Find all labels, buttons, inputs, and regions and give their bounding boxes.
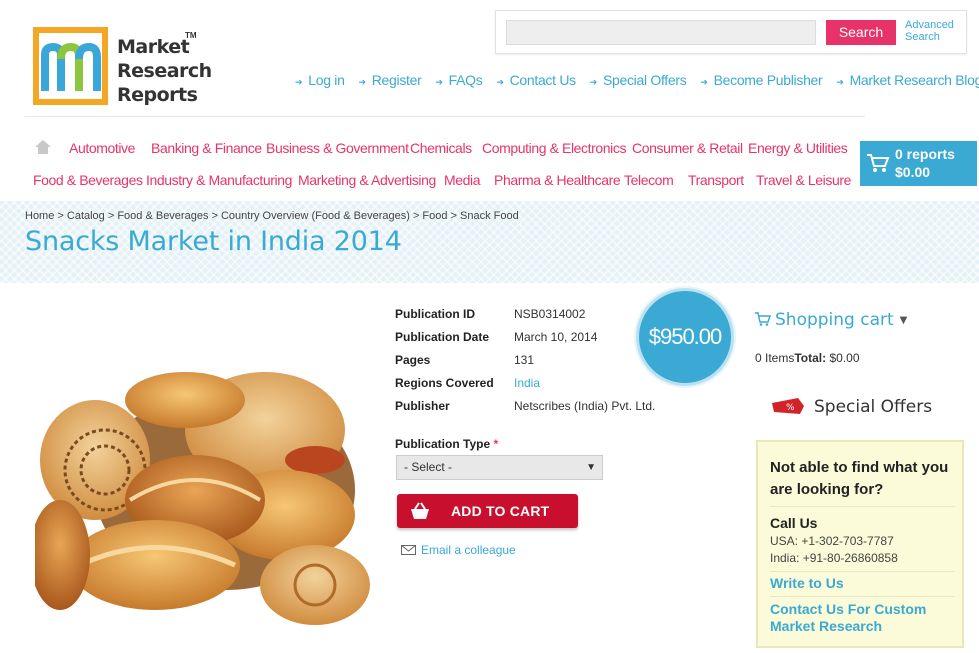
top-link-faqs[interactable]: ➔ FAQs <box>435 72 482 88</box>
chevron-down-icon: ▼ <box>899 315 908 326</box>
arrow-right-icon: ➔ <box>358 77 367 87</box>
top-link-become-publisher[interactable]: ➔ Become Publisher <box>700 72 822 88</box>
sale-tag-icon: % <box>772 398 804 414</box>
top-link-blog[interactable]: ➔ Market Research Blog <box>836 72 979 88</box>
nav-item-marketing-advertising[interactable]: Marketing & Advertising <box>298 172 436 188</box>
help-divider <box>770 506 955 507</box>
svg-text:%: % <box>786 403 795 413</box>
nav-item-industry-manufacturing[interactable]: Industry & Manufacturing <box>146 172 292 188</box>
nav-item-pharma-healthcare[interactable]: Pharma & Healthcare <box>494 172 621 188</box>
top-link-special-offers[interactable]: ➔ Special Offers <box>590 72 687 88</box>
envelope-icon <box>401 545 416 555</box>
cart-icon <box>755 312 771 326</box>
arrow-right-icon: ➔ <box>435 77 443 87</box>
nav-item-telecom[interactable]: Telecom <box>624 172 674 188</box>
nav-item-banking-finance[interactable]: Banking & Finance <box>151 140 262 156</box>
region-link-india[interactable]: India <box>514 376 540 390</box>
site-logo[interactable]: Market Research Reports TM <box>33 27 213 107</box>
nav-item-chemicals[interactable]: Chemicals <box>410 140 472 156</box>
advanced-search-link[interactable]: Advanced Search <box>905 19 965 43</box>
nav-item-automotive[interactable]: Automotive <box>69 140 135 156</box>
header-divider <box>25 116 865 117</box>
phone-india: India: +91-80-26860858 <box>770 551 898 565</box>
logo-wordmark: Market Research Reports <box>117 36 212 106</box>
header-cart-button[interactable]: 0 reports $0.00 <box>860 141 977 186</box>
nav-item-consumer-retail[interactable]: Consumer & Retail <box>632 140 743 156</box>
page-title: Snacks Market in India 2014 <box>25 226 402 257</box>
cart-summary: 0 ItemsTotal: $0.00 <box>755 351 860 365</box>
help-box: Not able to find what you are looking fo… <box>756 440 964 648</box>
product-image <box>35 372 370 625</box>
nav-item-energy-utilities[interactable]: Energy & Utilities <box>748 140 848 156</box>
nav-item-computing-electronics[interactable]: Computing & Electronics <box>482 140 626 156</box>
breadcrumb[interactable]: Home > Catalog > Food & Beverages > Coun… <box>25 210 519 222</box>
dropdown-caret-icon: ▼ <box>586 462 596 473</box>
nav-item-media[interactable]: Media <box>444 172 481 188</box>
help-question: Not able to find what you are looking fo… <box>770 459 949 498</box>
phone-usa: USA: +1-302-703-7787 <box>770 534 894 548</box>
home-icon[interactable] <box>34 139 52 155</box>
shopping-cart-heading[interactable]: Shopping cart ▼ <box>755 310 907 330</box>
arrow-right-icon: ➔ <box>836 77 844 87</box>
top-link-login[interactable]: ➔ Log in <box>295 72 345 88</box>
price-badge: $950.00 <box>636 288 734 386</box>
publication-type-label: Publication Type * <box>395 437 499 451</box>
special-offers-link[interactable]: % Special Offers <box>770 397 932 417</box>
arrow-right-icon: ➔ <box>295 77 303 87</box>
top-link-contact-us[interactable]: ➔ Contact Us <box>496 72 576 88</box>
nav-item-transport[interactable]: Transport <box>688 172 744 188</box>
top-links: ➔ Log in ➔ Register ➔ FAQs ➔ Contact Us ➔ Spe… <box>295 72 979 88</box>
logo-m-icon <box>41 42 101 91</box>
nav-item-food-beverages[interactable]: Food & Beverages <box>33 172 143 188</box>
nav-item-business-government[interactable]: Business & Government <box>266 140 409 156</box>
nav-item-travel-leisure[interactable]: Travel & Leisure <box>756 172 851 188</box>
write-to-us-link[interactable]: Write to Us <box>770 575 960 592</box>
logo-trademark: TM <box>185 31 197 40</box>
contact-custom-research-link[interactable]: Contact Us For Custom Market Research <box>770 601 960 635</box>
basket-icon <box>411 502 429 519</box>
help-divider <box>770 571 955 572</box>
search-button[interactable]: Search <box>826 20 896 45</box>
logo-mark <box>33 27 108 105</box>
search-bar: Search Advanced Search <box>495 10 967 54</box>
cart-icon <box>867 154 890 172</box>
arrow-right-icon: ➔ <box>496 77 504 87</box>
top-link-register[interactable]: ➔ Register <box>359 72 422 88</box>
publication-type-select[interactable]: - Select - ▼ <box>396 455 603 480</box>
email-colleague-link[interactable]: Email a colleague <box>401 543 516 557</box>
arrow-right-icon: ➔ <box>700 77 708 87</box>
add-to-cart-button[interactable]: ADD TO CART <box>397 494 578 528</box>
help-divider <box>770 596 955 597</box>
arrow-right-icon: ➔ <box>589 77 598 87</box>
cart-report-count: 0 reports <box>895 146 955 162</box>
call-us-heading: Call Us <box>770 515 818 531</box>
search-input[interactable] <box>506 20 816 45</box>
cart-total: $0.00 <box>895 164 931 180</box>
